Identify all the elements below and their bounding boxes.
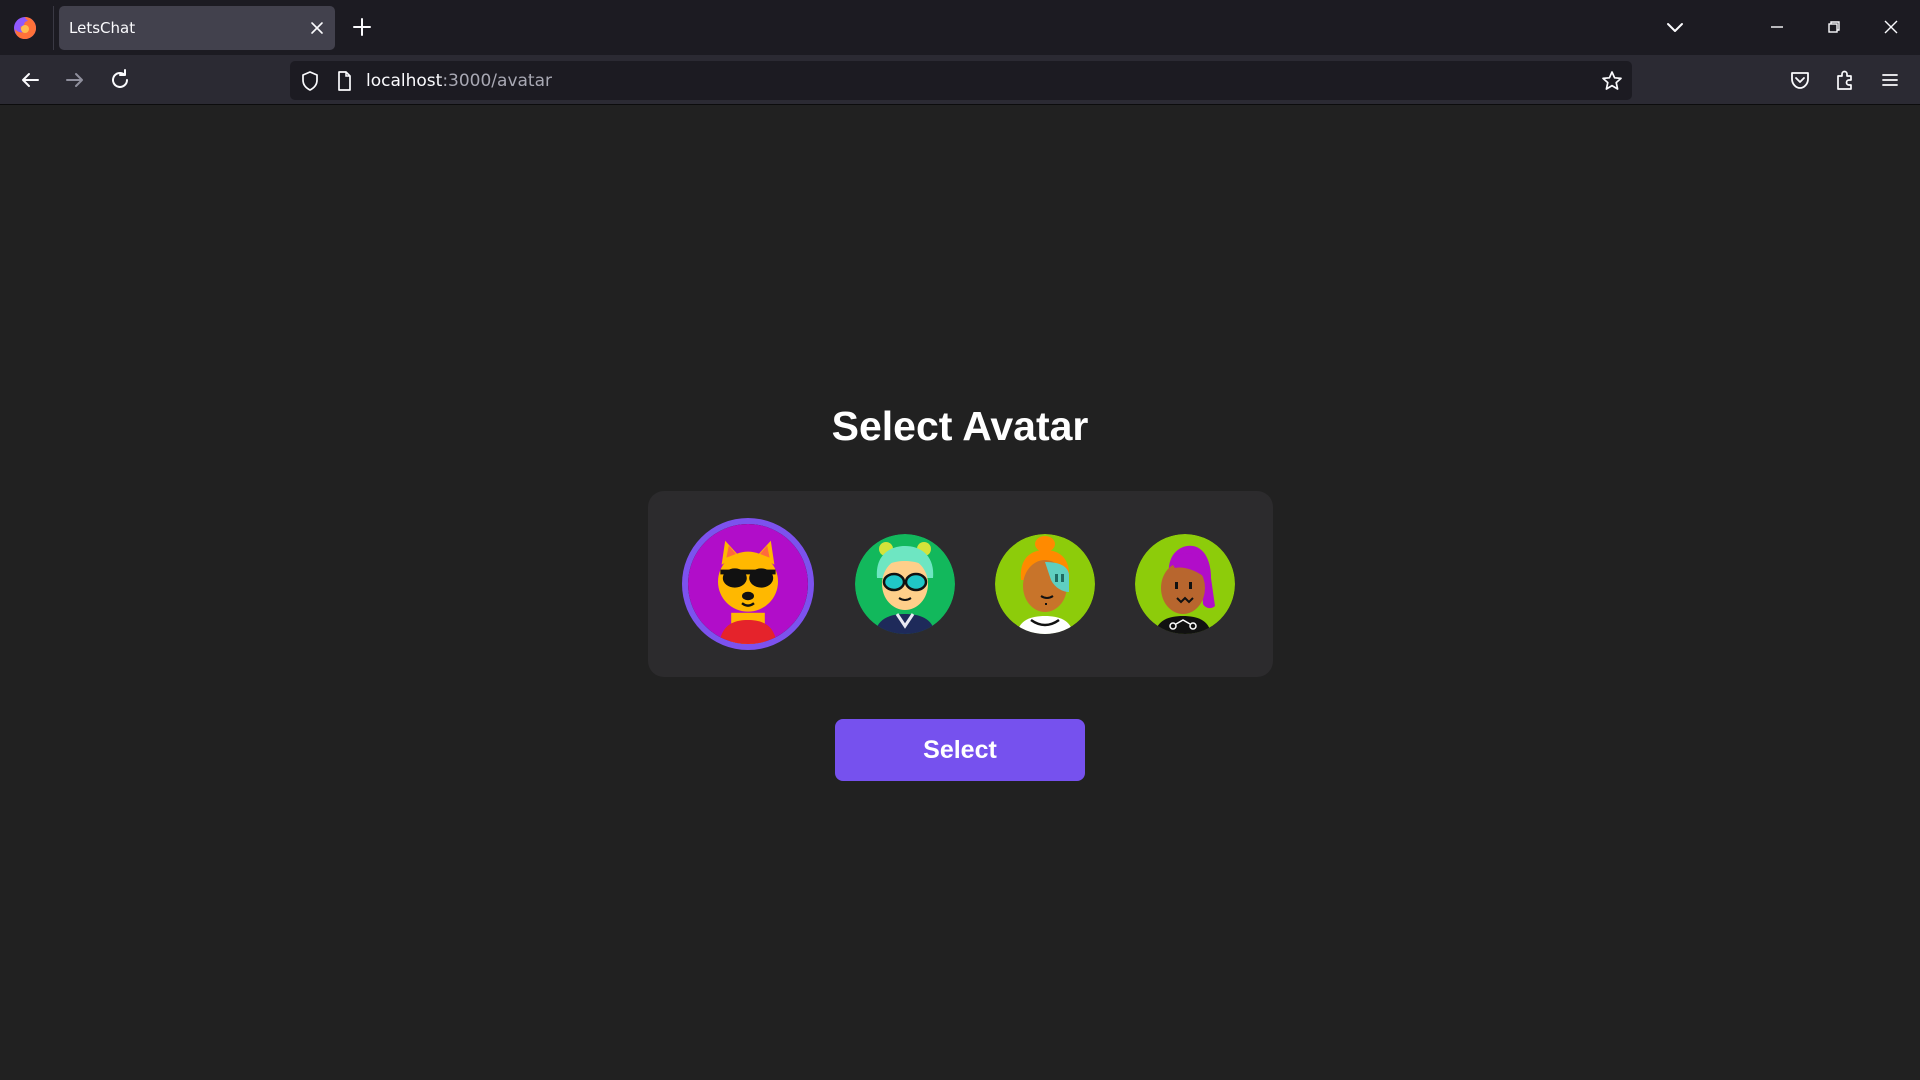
url-text[interactable]: localhost:3000/avatar [366, 71, 552, 91]
magenta-hair-avatar-icon [1135, 534, 1235, 634]
tab-separator [53, 6, 54, 50]
firefox-logo-icon[interactable] [12, 15, 38, 41]
url-host: localhost [366, 71, 443, 91]
avatar-option-3[interactable] [995, 534, 1095, 634]
avatar-option-2[interactable] [855, 534, 955, 634]
page-info-icon[interactable] [333, 70, 355, 92]
page-title: Select Avatar [831, 403, 1089, 449]
mint-hair-avatar-icon [855, 534, 955, 634]
browser-tab-bar: LetsChat [0, 0, 1920, 55]
restore-window-icon[interactable] [1819, 12, 1849, 42]
tab-title: LetsChat [69, 19, 136, 37]
back-arrow-icon[interactable] [15, 65, 45, 95]
close-tab-icon[interactable] [307, 18, 327, 38]
extensions-puzzle-icon[interactable] [1830, 65, 1860, 95]
reload-icon[interactable] [105, 65, 135, 95]
avatar-option-1[interactable] [688, 524, 808, 644]
avatar-selector [648, 491, 1273, 677]
tab-letschat[interactable]: LetsChat [59, 6, 335, 50]
forward-arrow-icon[interactable] [60, 65, 90, 95]
browser-nav-bar: localhost:3000/avatar [0, 55, 1920, 105]
url-path: :3000/avatar [442, 71, 552, 91]
close-window-icon[interactable] [1876, 12, 1906, 42]
pocket-icon[interactable] [1785, 65, 1815, 95]
address-bar[interactable]: localhost:3000/avatar [290, 61, 1632, 100]
new-tab-icon[interactable] [349, 14, 375, 40]
minimize-window-icon[interactable] [1762, 12, 1792, 42]
bookmark-star-icon[interactable] [1600, 69, 1624, 93]
hamburger-menu-icon[interactable] [1875, 65, 1905, 95]
page-content: Select Avatar Select [0, 106, 1920, 1080]
list-all-tabs-icon[interactable] [1662, 14, 1688, 40]
select-button[interactable]: Select [835, 719, 1085, 781]
tracking-protection-shield-icon[interactable] [299, 70, 321, 92]
cat-avatar-icon [688, 524, 808, 644]
avatar-option-4[interactable] [1135, 534, 1235, 634]
orange-bun-avatar-icon [995, 534, 1095, 634]
